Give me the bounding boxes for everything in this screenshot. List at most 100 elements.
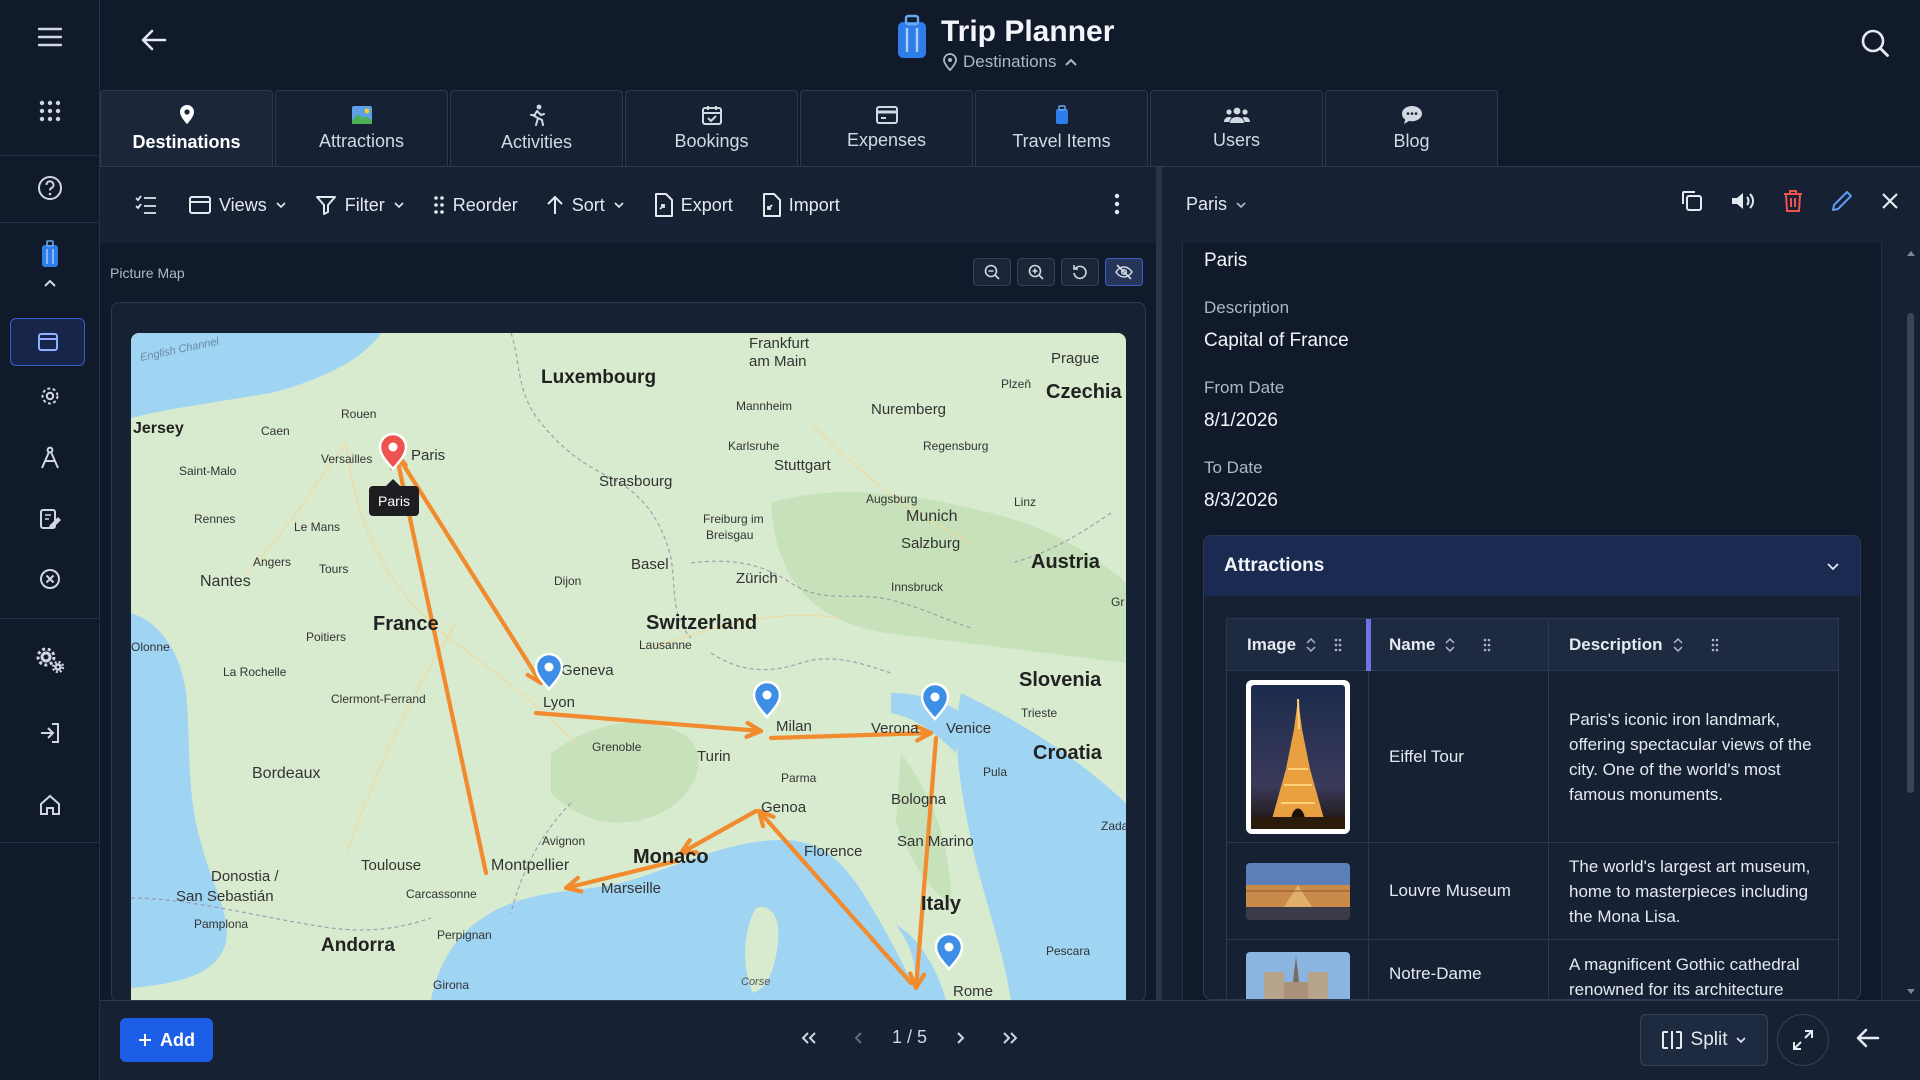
zoom-out-button[interactable] — [973, 258, 1011, 286]
column-header-description[interactable]: Description — [1549, 619, 1838, 670]
more-vertical-icon[interactable] — [1114, 193, 1120, 215]
drafting-compass-icon[interactable] — [0, 446, 100, 470]
detail-scrollbar[interactable] — [1902, 243, 1920, 1000]
scrollbar-thumb[interactable] — [1907, 313, 1914, 793]
louvre-thumbnail[interactable] — [1245, 862, 1350, 920]
toggle-visibility-button[interactable] — [1105, 258, 1143, 286]
copy-icon[interactable] — [1680, 189, 1704, 213]
map-label-trieste: Trieste — [1021, 706, 1058, 720]
filter-menu[interactable]: Filter — [315, 194, 405, 216]
tab-activities[interactable]: Activities — [450, 90, 623, 166]
window-icon[interactable] — [10, 318, 85, 366]
map-label-milan: Milan — [776, 718, 812, 735]
speaker-icon[interactable] — [1730, 189, 1756, 213]
apps-grid-icon[interactable] — [0, 100, 100, 122]
last-page-icon[interactable] — [1001, 1031, 1019, 1045]
name-cell: Louvre Museum — [1369, 843, 1549, 939]
tab-bookings[interactable]: Bookings — [625, 90, 798, 166]
map-label-munich: Munich — [906, 508, 958, 525]
map-label-nantes: Nantes — [200, 573, 251, 590]
edit-pencil-icon[interactable] — [1830, 189, 1854, 213]
view-selector-label: Destinations — [963, 52, 1057, 71]
sort-icon[interactable] — [1306, 637, 1316, 653]
eiffel-tower-thumbnail[interactable] — [1245, 679, 1350, 834]
map-label-andorra: Andorra — [321, 935, 395, 956]
table-row[interactable]: Louvre Museum The world's largest art mu… — [1227, 843, 1838, 940]
map-label-zurich: Zürich — [736, 570, 778, 587]
credit-card-icon — [875, 106, 898, 124]
tab-label: Destinations — [132, 132, 241, 152]
back-arrow-icon[interactable] — [140, 28, 168, 52]
edit-note-icon[interactable] — [0, 508, 100, 530]
tab-users[interactable]: Users — [1150, 90, 1323, 166]
next-page-icon[interactable] — [955, 1031, 965, 1045]
map-label-saint-malo: Saint-Malo — [179, 464, 237, 478]
chevron-up-icon[interactable] — [0, 278, 100, 288]
hamburger-menu-icon[interactable] — [0, 26, 100, 48]
from-date-label: From Date — [1204, 378, 1285, 397]
tab-label: Expenses — [846, 130, 927, 150]
map-label-poitiers: Poitiers — [306, 630, 346, 644]
sort-menu[interactable]: Sort — [546, 195, 625, 216]
column-header-image[interactable]: Image — [1227, 619, 1371, 671]
column-header-name[interactable]: Name — [1369, 619, 1549, 670]
first-page-icon[interactable] — [800, 1031, 818, 1045]
home-icon[interactable] — [0, 793, 100, 817]
expand-arrows-icon — [1792, 1029, 1814, 1051]
tab-destinations[interactable]: Destinations — [100, 90, 273, 166]
picture-map[interactable]: English Channel Jersey Caen Rouen Versailles… — [131, 333, 1126, 1000]
attractions-header[interactable]: Attractions — [1204, 536, 1860, 596]
map-label-genoa: Genoa — [761, 799, 807, 816]
map-label-slovenia: Slovenia — [1019, 669, 1102, 691]
drag-handle-icon[interactable] — [1711, 638, 1719, 652]
sign-in-icon[interactable] — [0, 721, 100, 745]
map-label-zadar: Zada — [1101, 819, 1126, 833]
previous-page-icon[interactable] — [854, 1031, 864, 1045]
table-row[interactable]: Notre-Dame A magnificent Gothic cathedra… — [1227, 940, 1838, 999]
select-mode-button[interactable] — [135, 195, 157, 215]
help-icon[interactable] — [0, 175, 100, 201]
trash-icon[interactable] — [1782, 189, 1804, 213]
tab-expenses[interactable]: Expenses — [800, 90, 973, 166]
fullscreen-button[interactable] — [1777, 1014, 1829, 1066]
export-label: Export — [680, 194, 733, 215]
tab-attractions[interactable]: Attractions — [275, 90, 448, 166]
settings-cogs-icon[interactable] — [0, 646, 100, 674]
collapse-arrow-icon[interactable] — [1855, 1026, 1881, 1050]
view-selector[interactable]: Destinations — [943, 52, 1114, 72]
reorder-button[interactable]: Reorder — [433, 195, 518, 216]
detail-toolbar: Paris — [1162, 167, 1920, 243]
map-label-angers: Angers — [253, 555, 291, 569]
table-row[interactable]: Eiffel Tour Paris's iconic iron landmark… — [1227, 671, 1838, 843]
record-selector[interactable]: Paris — [1186, 194, 1247, 215]
map-label-graz: Gr — [1111, 595, 1124, 609]
attractions-section: Attractions Image Name Description Eiffe… — [1203, 535, 1861, 1000]
tab-blog[interactable]: Blog — [1325, 90, 1498, 166]
import-button[interactable]: Import — [761, 193, 840, 217]
export-button[interactable]: Export — [653, 193, 733, 217]
close-icon[interactable] — [1880, 191, 1900, 211]
left-rail — [0, 0, 100, 1080]
close-circle-icon[interactable] — [0, 568, 100, 590]
suitcase-icon[interactable] — [0, 240, 100, 268]
reorder-label: Reorder — [452, 194, 518, 215]
map-label-frankfurt: Frankfurt — [749, 335, 810, 352]
sort-icon[interactable] — [1673, 637, 1683, 653]
add-button[interactable]: Add — [120, 1018, 213, 1062]
settings-gear-icon[interactable] — [0, 385, 100, 407]
reset-view-button[interactable] — [1061, 258, 1099, 286]
tab-travel-items[interactable]: Travel Items — [975, 90, 1148, 166]
map-label-czechia: Czechia — [1046, 381, 1122, 403]
views-menu[interactable]: Views — [189, 195, 287, 216]
zoom-in-button[interactable] — [1017, 258, 1055, 286]
file-import-icon — [761, 193, 781, 217]
import-label: Import — [788, 194, 840, 215]
drag-handle-icon[interactable] — [1334, 638, 1342, 652]
map-label-parma: Parma — [781, 771, 817, 785]
notre-dame-thumbnail[interactable] — [1245, 952, 1350, 999]
drag-handle-icon[interactable] — [1483, 638, 1491, 652]
tab-bar: Destinations Attractions Activities Book… — [100, 90, 1500, 166]
search-icon[interactable] — [1860, 28, 1890, 58]
sort-icon[interactable] — [1445, 637, 1455, 653]
split-view-button[interactable]: Split — [1640, 1014, 1768, 1066]
